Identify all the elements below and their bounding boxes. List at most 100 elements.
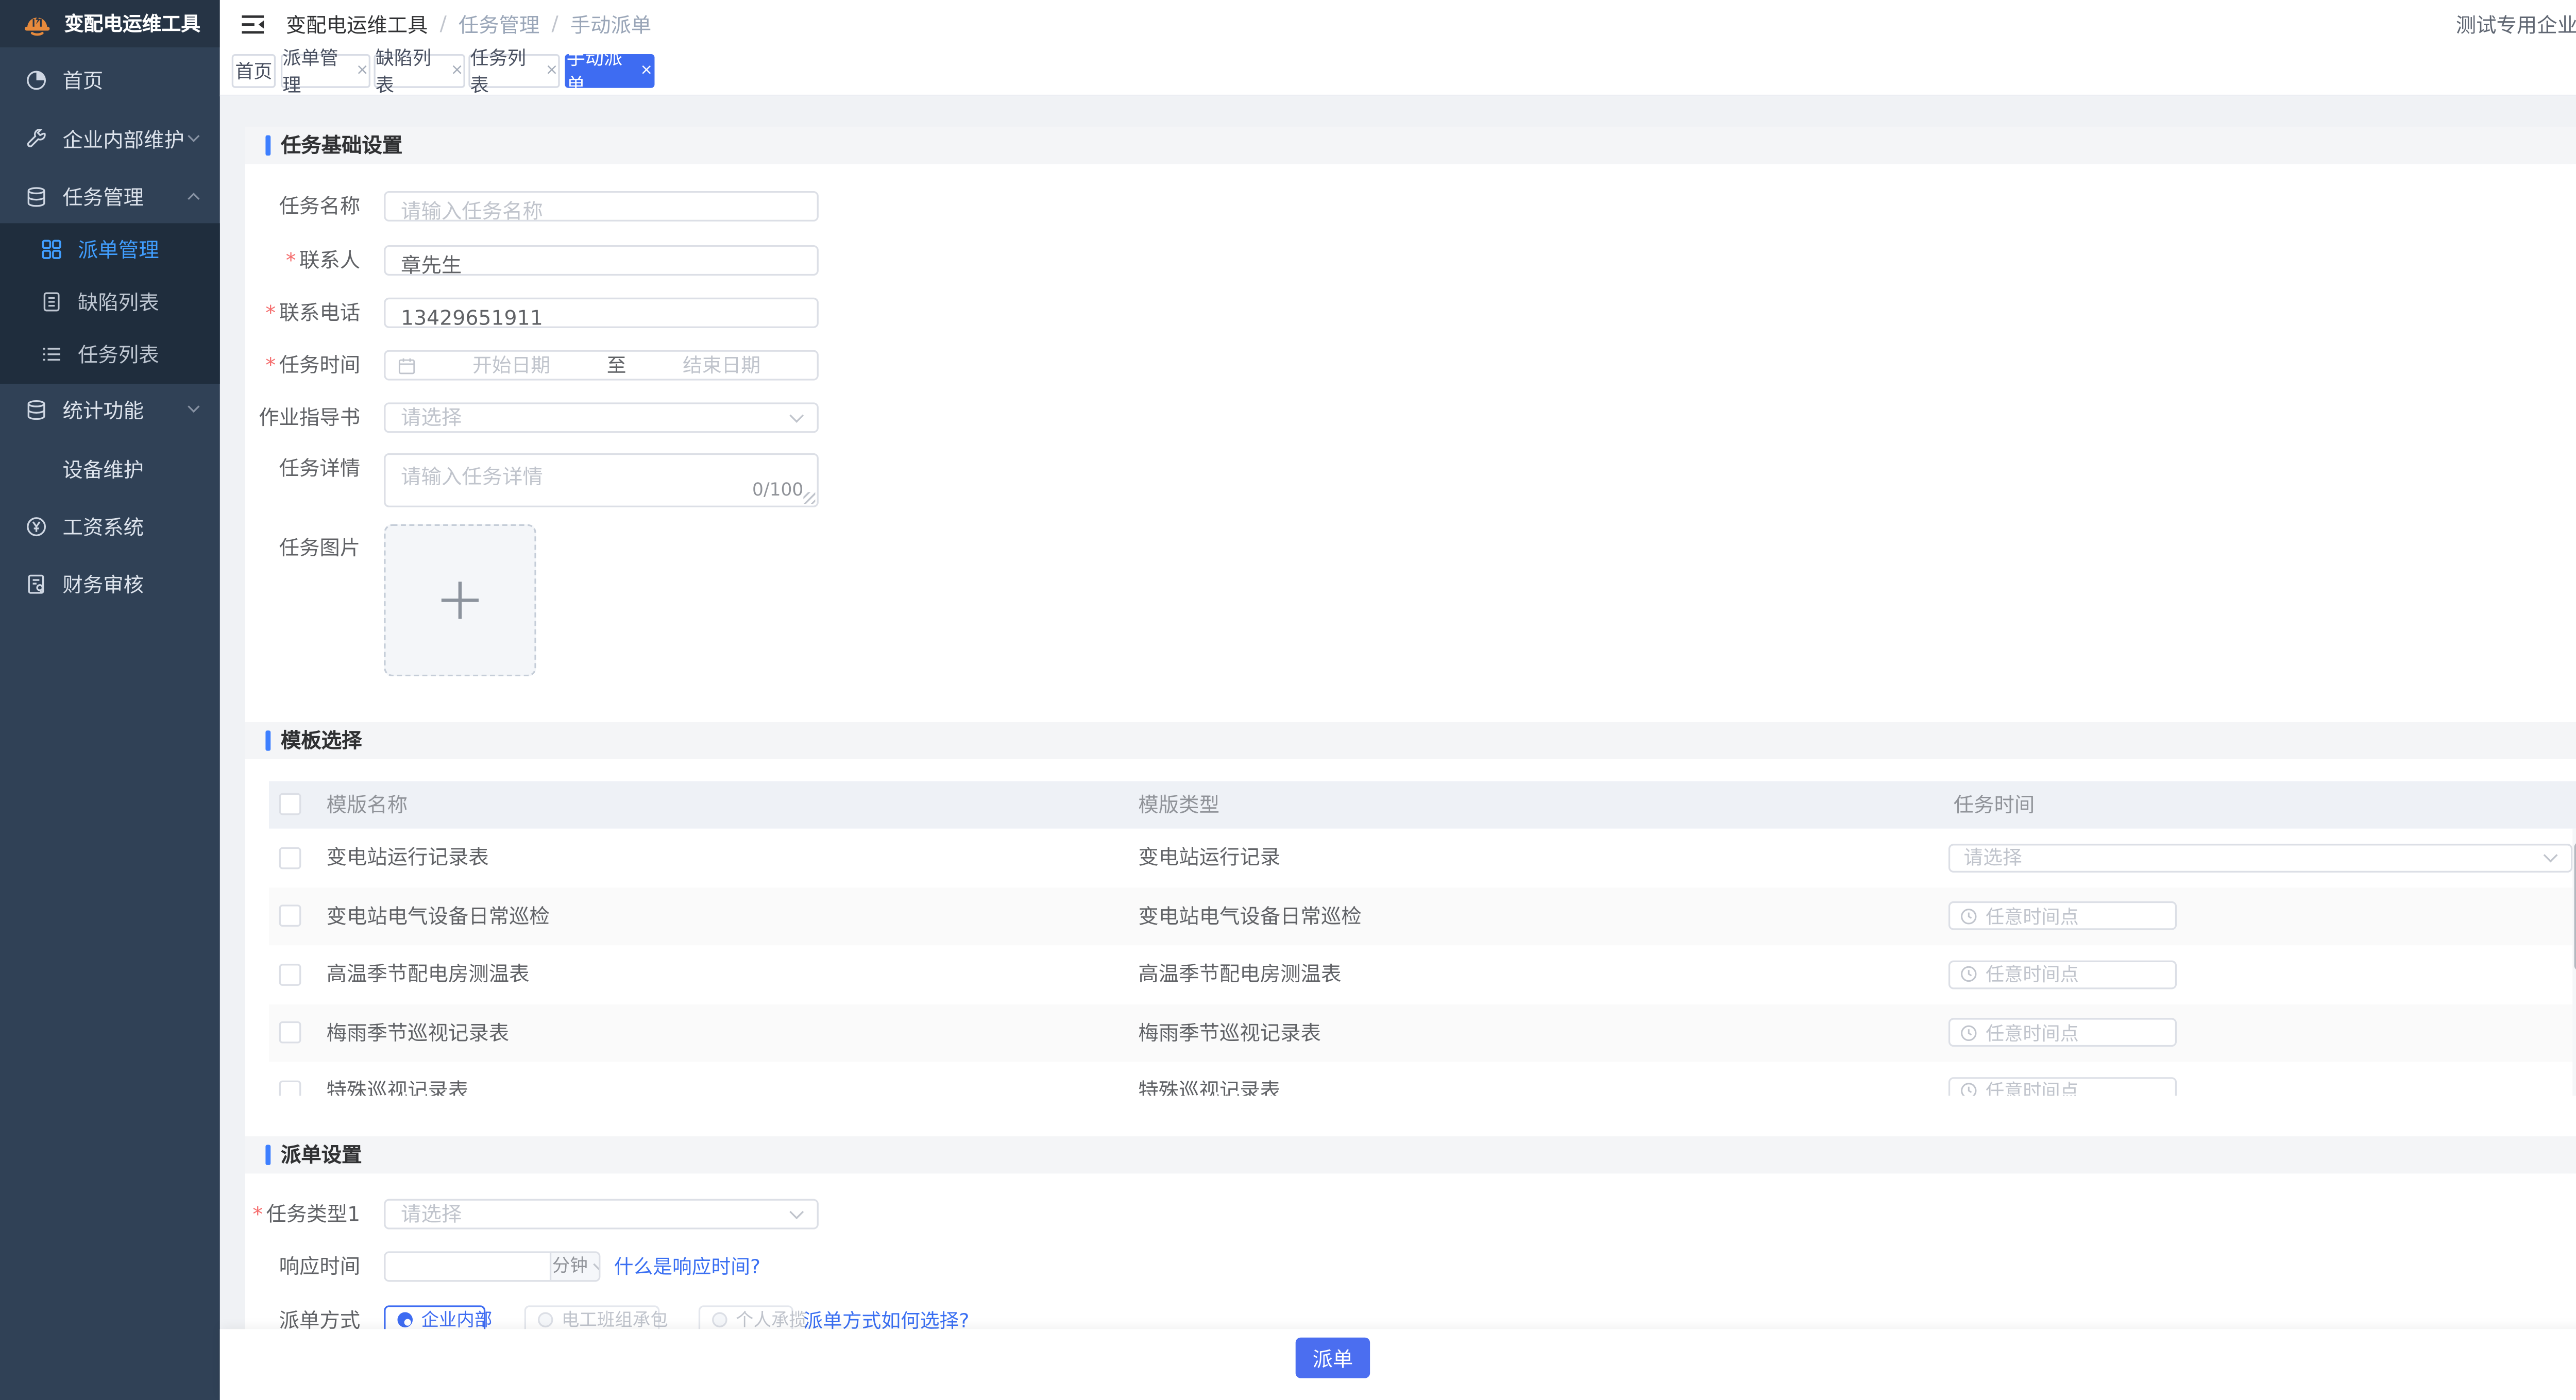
breadcrumb-manual-dispatch: 手动派单 <box>570 9 652 38</box>
radio-option-internal[interactable]: 企业内部 <box>384 1305 485 1329</box>
dispatch-submit-button[interactable]: 派单 <box>1296 1338 1370 1378</box>
table-row: 特殊巡视记录表 特殊巡视记录表 任意时间点 <box>269 1062 2576 1096</box>
sidebar-fold-icon[interactable] <box>240 13 265 35</box>
section-header-basic: 任务基础设置 <box>245 127 2576 164</box>
select-all-checkbox[interactable] <box>279 793 301 815</box>
sidebar-item-label: 缺陷列表 <box>78 287 159 316</box>
close-icon[interactable]: × <box>451 63 464 79</box>
time-point-picker[interactable]: 任意时间点 <box>1948 1077 2177 1096</box>
app-title: 变配电运维工具 <box>64 10 200 38</box>
tab-defect-list[interactable]: 缺陷列表 × <box>374 54 465 88</box>
phone-field <box>384 298 819 328</box>
row-checkbox[interactable] <box>279 904 301 927</box>
wrench-icon <box>25 128 47 150</box>
radio-option-individual[interactable]: 个人承揽 <box>699 1305 793 1329</box>
task-name-label: 任务名称 <box>245 191 360 221</box>
task-name-field <box>384 191 819 221</box>
app-window: 变配电运维工具 首页 企业内部维护 <box>0 0 2576 1400</box>
database-icon <box>25 398 47 420</box>
sidebar-item-label: 企业内部维护 <box>62 124 184 153</box>
work-guide-label: 作业指导书 <box>245 402 360 433</box>
time-point-picker[interactable]: 任意时间点 <box>1948 901 2177 930</box>
row-checkbox[interactable] <box>279 1021 301 1044</box>
tab-home[interactable]: 首页 <box>232 54 276 88</box>
company-name: 测试专用企业 <box>2456 9 2576 38</box>
tab-label: 首页 <box>235 58 272 85</box>
task-list-icon <box>41 343 63 365</box>
section-header-dispatch: 派单设置 <box>245 1136 2576 1173</box>
resize-grip-icon[interactable] <box>803 492 815 504</box>
time-placeholder: 任意时间点 <box>1986 902 2079 929</box>
sidebar-item-defect-list[interactable]: 缺陷列表 <box>0 276 220 328</box>
close-icon[interactable]: × <box>640 63 653 79</box>
sidebar-item-task-list[interactable]: 任务列表 <box>0 328 220 381</box>
sidebar-item-home[interactable]: 首页 <box>0 50 220 108</box>
table-row: 变电站运行记录表 变电站运行记录 请选择 <box>269 829 2576 887</box>
sidebar-item-label: 设备维护 <box>62 454 144 483</box>
response-time-help-link[interactable]: 什么是响应时间? <box>614 1251 760 1281</box>
template-name: 特殊巡视记录表 <box>327 1062 469 1096</box>
close-icon[interactable]: × <box>356 63 369 79</box>
radio-icon <box>538 1312 553 1328</box>
time-placeholder: 任意时间点 <box>1986 1019 2079 1046</box>
sidebar-item-statistics[interactable]: 统计功能 <box>0 381 220 438</box>
unit-select[interactable]: 分钟 <box>550 1252 600 1279</box>
table-scrollbar-thumb[interactable] <box>2574 842 2576 971</box>
time-point-picker[interactable]: 任意时间点 <box>1948 960 2177 988</box>
row-checkbox[interactable] <box>279 963 301 985</box>
clock-icon <box>1960 1024 1977 1041</box>
breadcrumb-root: 变配电运维工具 <box>286 9 428 38</box>
work-guide-select[interactable]: 请选择 <box>384 402 819 433</box>
response-time-label: 响应时间 <box>245 1251 360 1281</box>
tab-dispatch-management[interactable]: 派单管理 × <box>281 54 370 88</box>
tab-label: 缺陷列表 <box>376 44 443 98</box>
task-time-label: *任务时间 <box>245 350 360 381</box>
chevron-down-icon <box>789 408 804 423</box>
sidebar-item-label: 统计功能 <box>62 395 144 424</box>
sidebar-item-task-management[interactable]: 任务管理 <box>0 167 220 225</box>
breadcrumb: 变配电运维工具 / 任务管理 / 手动派单 <box>286 9 652 38</box>
select-placeholder: 请选择 <box>1963 845 2022 870</box>
tab-label: 派单管理 <box>282 44 347 98</box>
sidebar: 变配电运维工具 首页 企业内部维护 <box>0 0 220 1400</box>
image-upload-dropzone[interactable] <box>384 524 536 676</box>
template-type: 特殊巡视记录表 <box>1138 1062 1280 1096</box>
radio-label: 电工班组承包 <box>562 1307 668 1329</box>
close-icon[interactable]: × <box>546 63 558 79</box>
dispatch-mode-label: 派单方式 <box>245 1305 360 1329</box>
required-asterisk: * <box>265 301 276 325</box>
row-checkbox[interactable] <box>279 1080 301 1096</box>
task-type-label: *任务类型1 <box>245 1198 360 1228</box>
sidebar-item-dispatch-management[interactable]: 派单管理 <box>0 223 220 276</box>
response-time-input[interactable] <box>386 1252 552 1279</box>
task-name-input[interactable] <box>386 198 817 225</box>
task-time-range-picker[interactable]: 开始日期 至 结束日期 <box>384 350 819 381</box>
clock-icon <box>1960 907 1977 924</box>
sidebar-item-label: 任务管理 <box>62 182 144 211</box>
row-checkbox[interactable] <box>279 846 301 868</box>
sidebar-item-salary-system[interactable]: 工资系统 <box>0 497 220 555</box>
tab-manual-dispatch[interactable]: 手动派单 × <box>565 54 654 88</box>
template-name: 变电站电气设备日常巡检 <box>327 887 550 945</box>
column-header-time: 任务时间 <box>1954 781 2035 829</box>
task-type-select[interactable]: 请选择 <box>384 1198 819 1228</box>
clock-icon <box>1960 966 1977 983</box>
sidebar-item-equipment-maintenance[interactable]: 设备维护 <box>0 440 220 498</box>
contact-input[interactable] <box>386 250 817 278</box>
dispatch-mode-help-link[interactable]: 派单方式如何选择? <box>803 1305 969 1329</box>
time-point-picker[interactable]: 任意时间点 <box>1948 1018 2177 1047</box>
section-accent-bar <box>265 730 270 750</box>
company-dropdown[interactable]: 测试专用企业 <box>2456 0 2576 47</box>
phone-input[interactable] <box>386 304 817 332</box>
time-placeholder: 任意时间点 <box>1986 1077 2079 1096</box>
radio-option-electrician-team[interactable]: 电工班组承包 <box>524 1305 660 1329</box>
task-time-select[interactable]: 请选择 <box>1948 843 2572 872</box>
sidebar-item-label: 派单管理 <box>78 235 159 264</box>
tab-task-list[interactable]: 任务列表 × <box>468 54 560 88</box>
sidebar-item-enterprise-maintenance[interactable]: 企业内部维护 <box>0 110 220 167</box>
breadcrumb-task-management[interactable]: 任务管理 <box>459 9 540 38</box>
required-asterisk: * <box>265 353 276 377</box>
sidebar-item-finance-audit[interactable]: 财务审核 <box>0 555 220 612</box>
sidebar-item-label: 首页 <box>62 65 103 94</box>
select-placeholder: 请选择 <box>401 1200 462 1227</box>
